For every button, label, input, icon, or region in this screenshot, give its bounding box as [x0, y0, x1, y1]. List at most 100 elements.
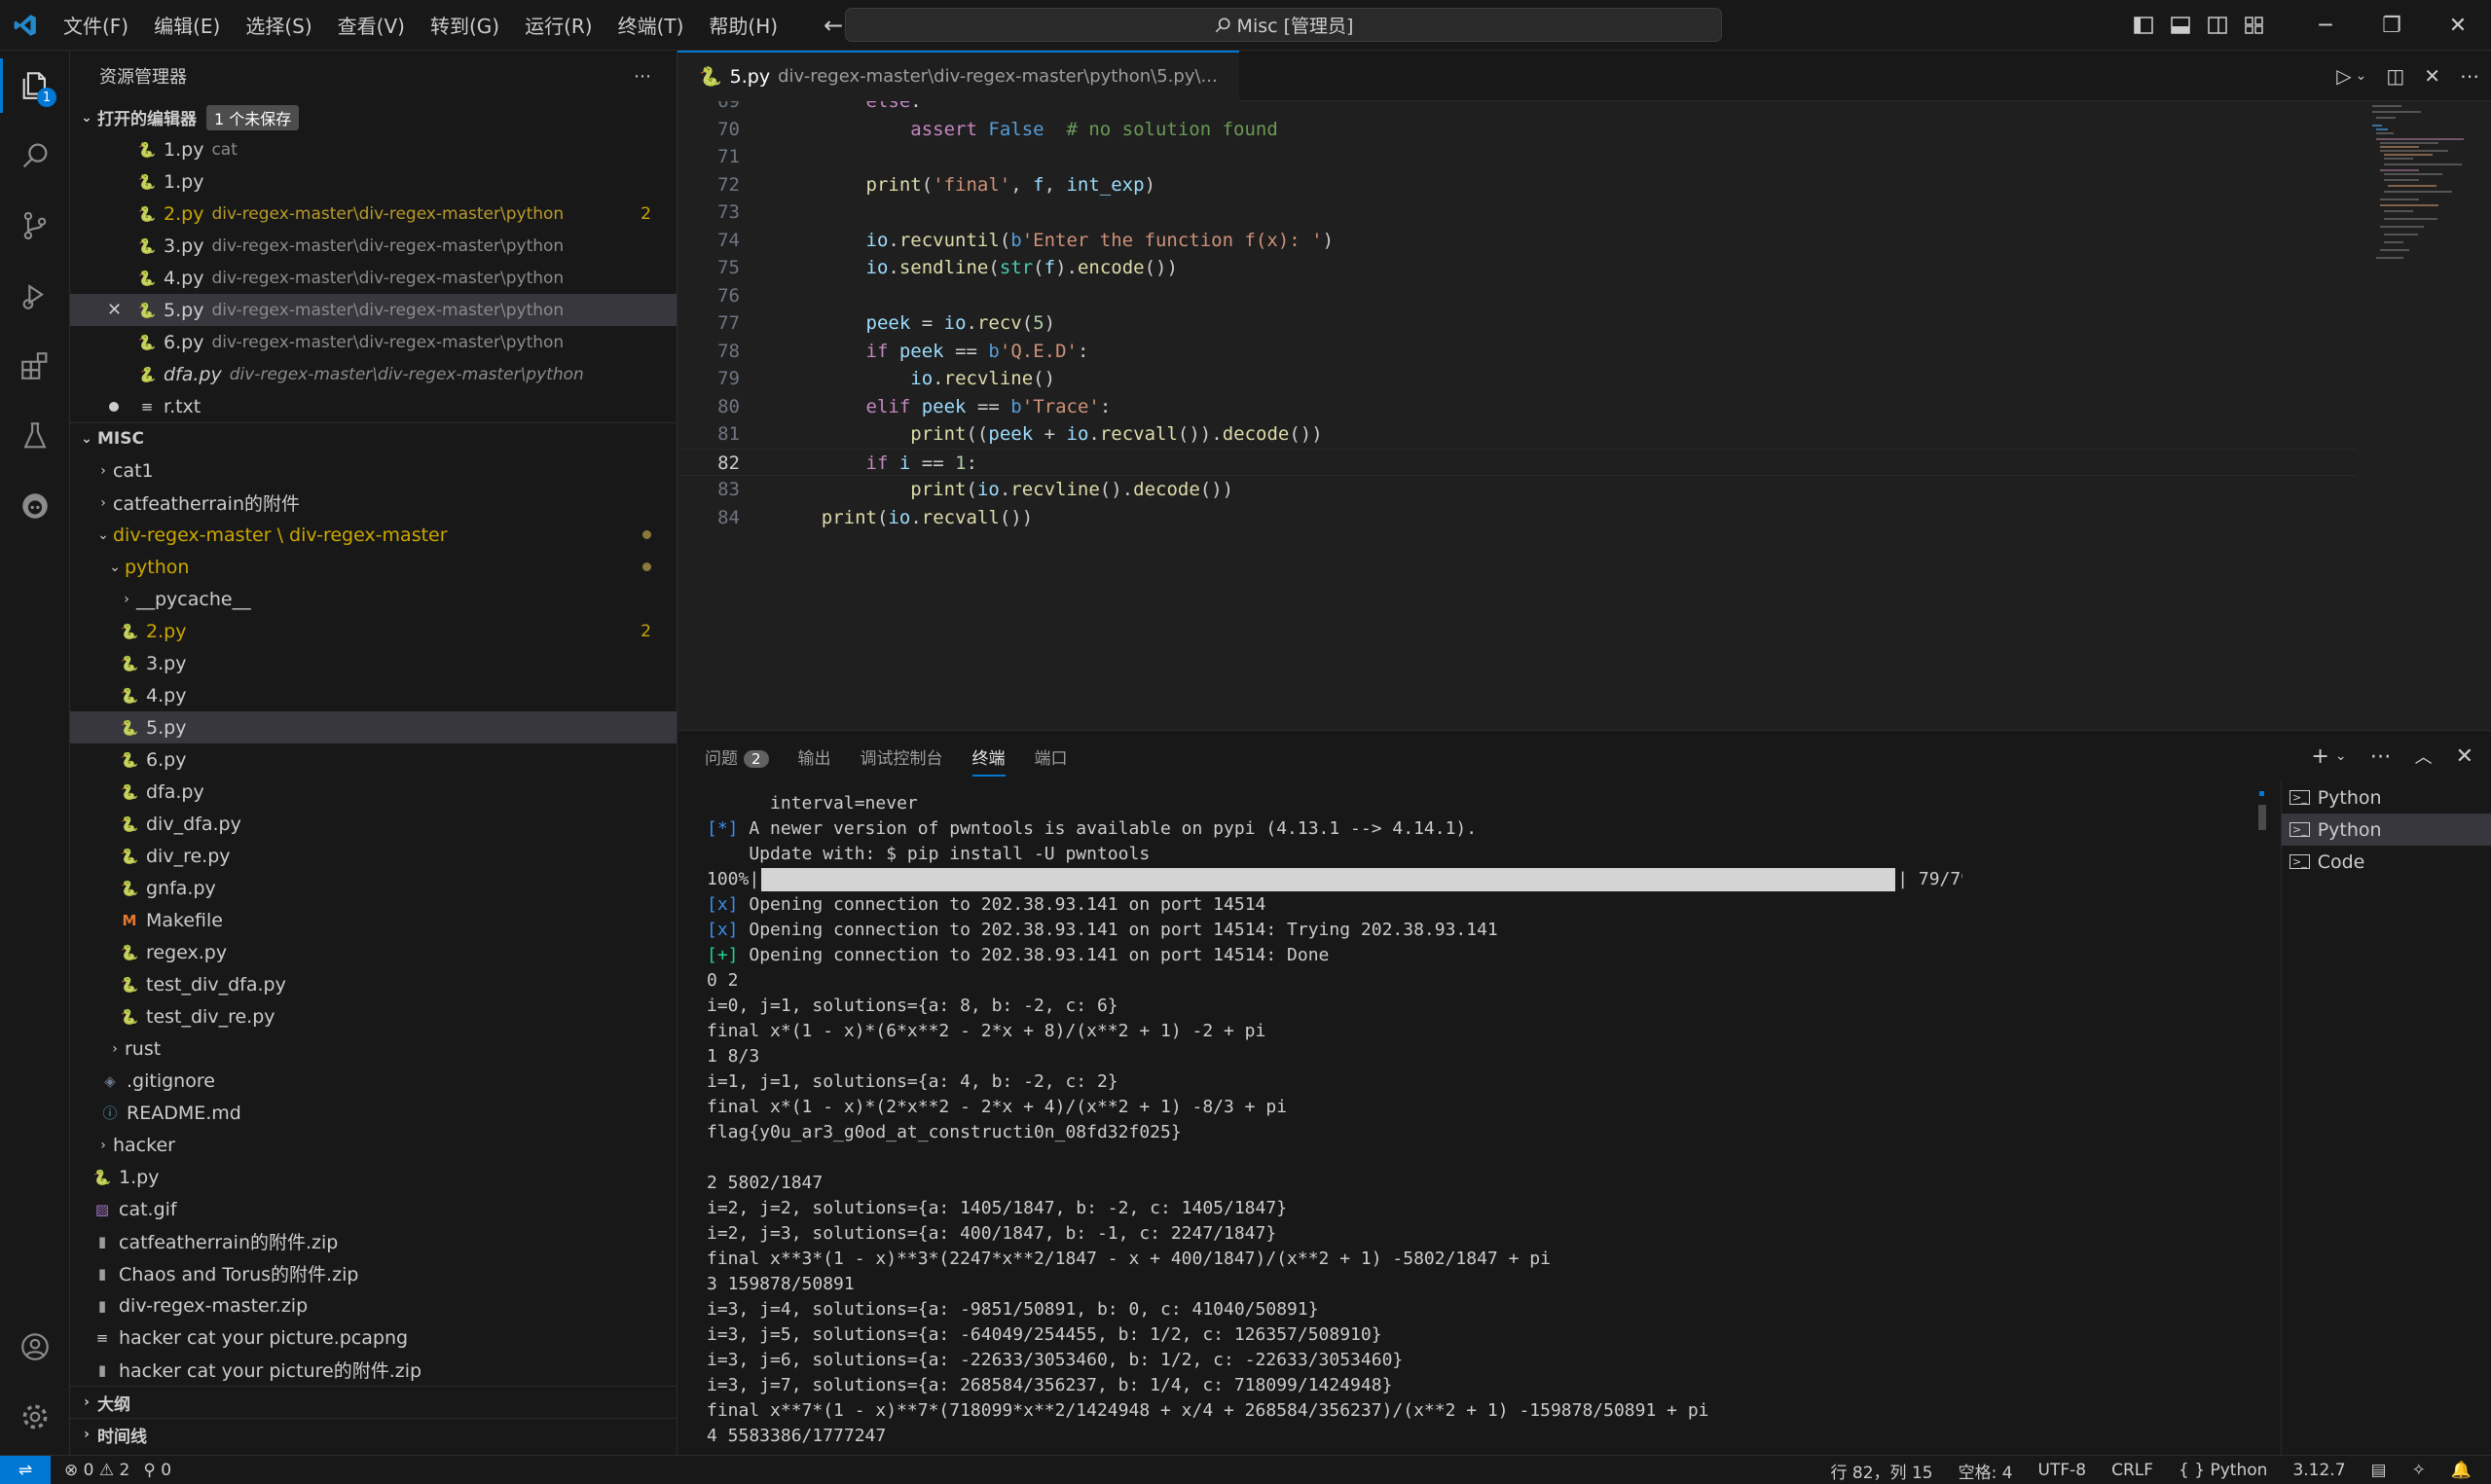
tree-file[interactable]: ▮ hacker cat your picture的附件.zip — [70, 1354, 677, 1386]
back-arrow-icon[interactable]: ← — [824, 12, 843, 39]
copilot-status-icon[interactable]: ✧ — [2412, 1461, 2426, 1480]
tree-file[interactable]: 🐍 6.py — [70, 743, 677, 776]
tree-file[interactable]: 🐍 3.py — [70, 647, 677, 679]
tab-debug-console[interactable]: 调试控制台 — [861, 744, 943, 769]
command-center[interactable]: Misc [管理员] — [845, 8, 1722, 42]
accounts-icon[interactable] — [0, 1312, 70, 1382]
tree-file[interactable]: ◈ .gitignore — [70, 1065, 677, 1097]
tree-file[interactable]: ▮ div-regex-master.zip — [70, 1289, 677, 1321]
toggle-panel-icon[interactable] — [2162, 0, 2199, 51]
tree-file[interactable]: ▮ catfeatherrain的附件.zip — [70, 1225, 677, 1257]
tree-folder[interactable]: ⌄ python — [70, 551, 677, 583]
terminal-dropdown-chevron-icon[interactable]: ⌄ — [2335, 748, 2347, 764]
cursor-position[interactable]: 行 82，列 15 — [1831, 1459, 1933, 1483]
menu-file[interactable]: 文件(F) — [51, 11, 141, 39]
tree-file[interactable]: 🐍 1.py — [70, 1161, 677, 1193]
indentation[interactable]: 空格: 4 — [1959, 1459, 2013, 1483]
terminal-output[interactable]: interval=never [*] A newer version of pw… — [707, 791, 1962, 1456]
tree-folder[interactable]: › hacker — [70, 1129, 677, 1161]
tree-file[interactable]: 🐍 4.py — [70, 679, 677, 711]
close-icon[interactable]: ✕ — [107, 300, 122, 320]
remote-indicator-icon[interactable]: ⇌ — [0, 1455, 51, 1484]
tree-file[interactable]: 🐍 div_dfa.py — [70, 808, 677, 840]
line-ending[interactable]: CRLF — [2111, 1461, 2153, 1480]
tree-file[interactable]: M Makefile — [70, 904, 677, 936]
tab-problems[interactable]: 问题 2 — [705, 744, 769, 769]
open-editors-header[interactable]: ⌄ 打开的编辑器 1 个未保存 — [70, 101, 677, 133]
tree-file[interactable]: ▮ Chaos and Torus的附件.zip — [70, 1257, 677, 1289]
outline-section-header[interactable]: › 大纲 — [70, 1386, 677, 1418]
terminal-list-item[interactable]: >_ Python — [2282, 781, 2491, 814]
terminal-list-item[interactable]: >_ Code — [2282, 846, 2491, 878]
run-debug-icon[interactable] — [0, 261, 70, 331]
tree-folder[interactable]: › rust — [70, 1032, 677, 1065]
language-mode[interactable]: { } Python — [2179, 1461, 2267, 1480]
tree-folder[interactable]: › catfeatherrain的附件 — [70, 487, 677, 519]
close-editors-icon[interactable]: ✕ — [2424, 64, 2440, 88]
open-editor-item[interactable]: 🐍 1.py cat — [70, 133, 677, 165]
tree-file[interactable]: 🐍 test_div_re.py — [70, 1000, 677, 1032]
code-area[interactable]: 69 else: 70 assert False # no solution f… — [678, 101, 2491, 730]
menu-run[interactable]: 运行(R) — [512, 11, 605, 39]
tab-terminal[interactable]: 终端 — [971, 744, 1006, 777]
settings-gear-icon[interactable] — [0, 1382, 70, 1452]
maximize-panel-chevron-up-icon[interactable]: ︿ — [2415, 743, 2433, 769]
timeline-section-header[interactable]: › 时间线 — [70, 1418, 677, 1450]
tree-folder[interactable]: › __pycache__ — [70, 583, 677, 615]
run-file-icon[interactable]: ▷ — [2336, 64, 2351, 88]
ports-status[interactable]: ⚲ 0 — [143, 1461, 171, 1480]
github-copilot-icon[interactable] — [0, 471, 70, 541]
tree-folder[interactable]: ⌄ div-regex-master \ div-regex-master — [70, 519, 677, 551]
menu-view[interactable]: 查看(V) — [325, 11, 418, 39]
tab-ports[interactable]: 端口 — [1035, 744, 1068, 769]
notifications-bell-icon[interactable]: 🔔 — [2451, 1461, 2472, 1480]
open-editor-item[interactable]: 🐍 1.py — [70, 165, 677, 198]
open-editor-item-active[interactable]: ✕ 🐍 5.py div-regex-master\div-regex-master\… — [70, 294, 677, 326]
explorer-icon[interactable]: 1 — [0, 51, 70, 121]
more-actions-icon[interactable]: ⋯ — [2370, 744, 2392, 769]
source-control-icon[interactable] — [0, 191, 70, 261]
terminal-list-item-active[interactable]: >_ Python — [2282, 814, 2491, 846]
open-editor-item[interactable]: 🐍 3.py div-regex-master\div-regex-master\p… — [70, 230, 677, 262]
tree-file[interactable]: 🐍 div_re.py — [70, 840, 677, 872]
tree-file[interactable]: 🐍 gnfa.py — [70, 872, 677, 904]
restore-icon[interactable]: ❐ — [2359, 0, 2425, 51]
tree-file[interactable]: ▨ cat.gif — [70, 1193, 677, 1225]
menu-selection[interactable]: 选择(S) — [233, 11, 324, 39]
tab-output[interactable]: 输出 — [798, 744, 831, 769]
menu-go[interactable]: 转到(G) — [418, 11, 512, 39]
python-version[interactable]: 3.12.7 — [2292, 1461, 2345, 1480]
editor-tab-5py[interactable]: 🐍 5.py div-regex-master\div-regex-master… — [678, 50, 1239, 101]
more-actions-icon[interactable]: ⋯ — [2460, 64, 2479, 88]
split-editor-icon[interactable]: ◫ — [2386, 64, 2404, 88]
more-actions-icon[interactable]: ⋯ — [634, 66, 651, 87]
open-editor-item[interactable]: 🐍 4.py div-regex-master\div-regex-master\p… — [70, 262, 677, 294]
notebook-kernel-icon[interactable]: ▤ — [2371, 1461, 2387, 1480]
open-editor-item-preview[interactable]: 🐍 dfa.py div-regex-master\div-regex-master… — [70, 358, 677, 390]
tree-file[interactable]: 🐍 dfa.py — [70, 776, 677, 808]
search-sidebar-icon[interactable] — [0, 121, 70, 191]
tree-folder[interactable]: › cat1 — [70, 454, 677, 487]
open-editor-item[interactable]: 🐍 2.py div-regex-master\div-regex-master\p… — [70, 198, 677, 230]
customize-layout-icon[interactable] — [2236, 0, 2273, 51]
close-panel-icon[interactable]: ✕ — [2456, 744, 2473, 769]
tree-file[interactable]: 🐍 regex.py — [70, 936, 677, 968]
minimize-icon[interactable]: ─ — [2292, 0, 2359, 51]
tree-file[interactable]: 🐍 2.py 2 — [70, 615, 677, 647]
open-editor-item[interactable]: 🐍 6.py div-regex-master\div-regex-master\p… — [70, 326, 677, 358]
menu-edit[interactable]: 编辑(E) — [141, 11, 233, 39]
problems-status[interactable]: ⊗ 0 ⚠ 2 — [64, 1461, 129, 1480]
open-editor-item-unsaved[interactable]: ≡ r.txt — [70, 390, 677, 422]
folder-section-header[interactable]: ⌄ MISC — [70, 422, 677, 454]
toggle-secondary-sidebar-icon[interactable] — [2199, 0, 2236, 51]
menu-help[interactable]: 帮助(H) — [696, 11, 790, 39]
close-window-icon[interactable]: ✕ — [2425, 0, 2491, 51]
toggle-primary-sidebar-icon[interactable] — [2125, 0, 2162, 51]
minimap[interactable] — [2368, 101, 2475, 276]
extensions-icon[interactable] — [0, 331, 70, 401]
tree-file[interactable]: ≡ hacker cat your picture.pcapng — [70, 1321, 677, 1354]
encoding[interactable]: UTF-8 — [2038, 1461, 2087, 1480]
run-dropdown-chevron-icon[interactable]: ⌄ — [2356, 68, 2367, 84]
testing-flask-icon[interactable] — [0, 401, 70, 471]
new-terminal-plus-icon[interactable]: + — [2311, 744, 2328, 769]
